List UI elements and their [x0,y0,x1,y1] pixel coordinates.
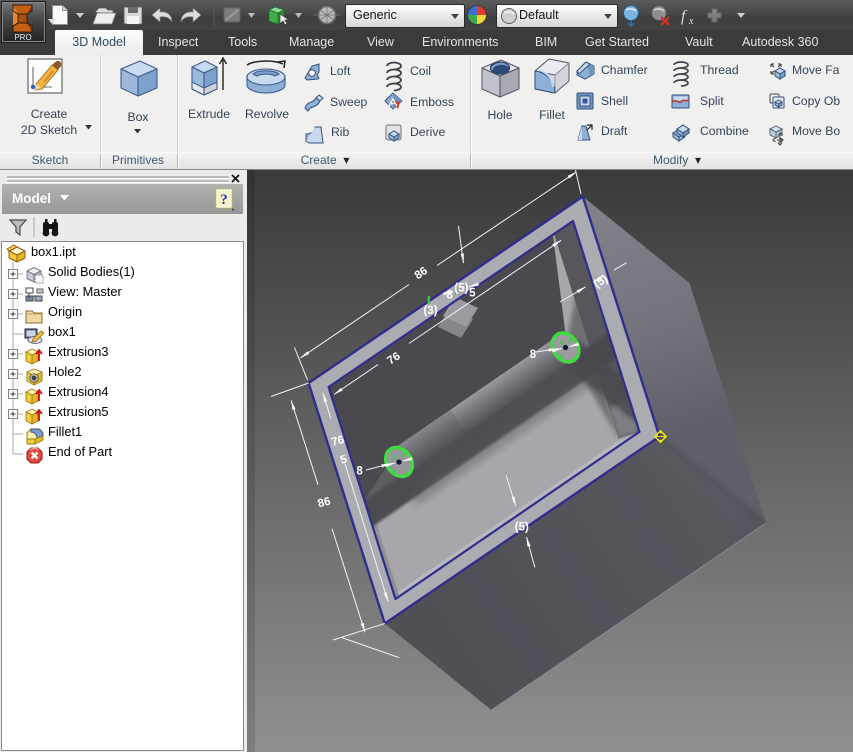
svg-text:8: 8 [530,349,537,361]
svg-text:?: ? [220,192,228,208]
svg-text:8: 8 [446,290,453,302]
svg-text:(5): (5) [454,283,468,295]
svg-text:x: x [688,16,694,27]
svg-text:5: 5 [469,287,476,299]
svg-text:(3): (3) [423,305,437,317]
svg-text:(5): (5) [515,522,529,534]
svg-text:PRO: PRO [14,33,31,42]
svg-text:f: f [681,8,688,25]
svg-text:8: 8 [356,466,363,478]
